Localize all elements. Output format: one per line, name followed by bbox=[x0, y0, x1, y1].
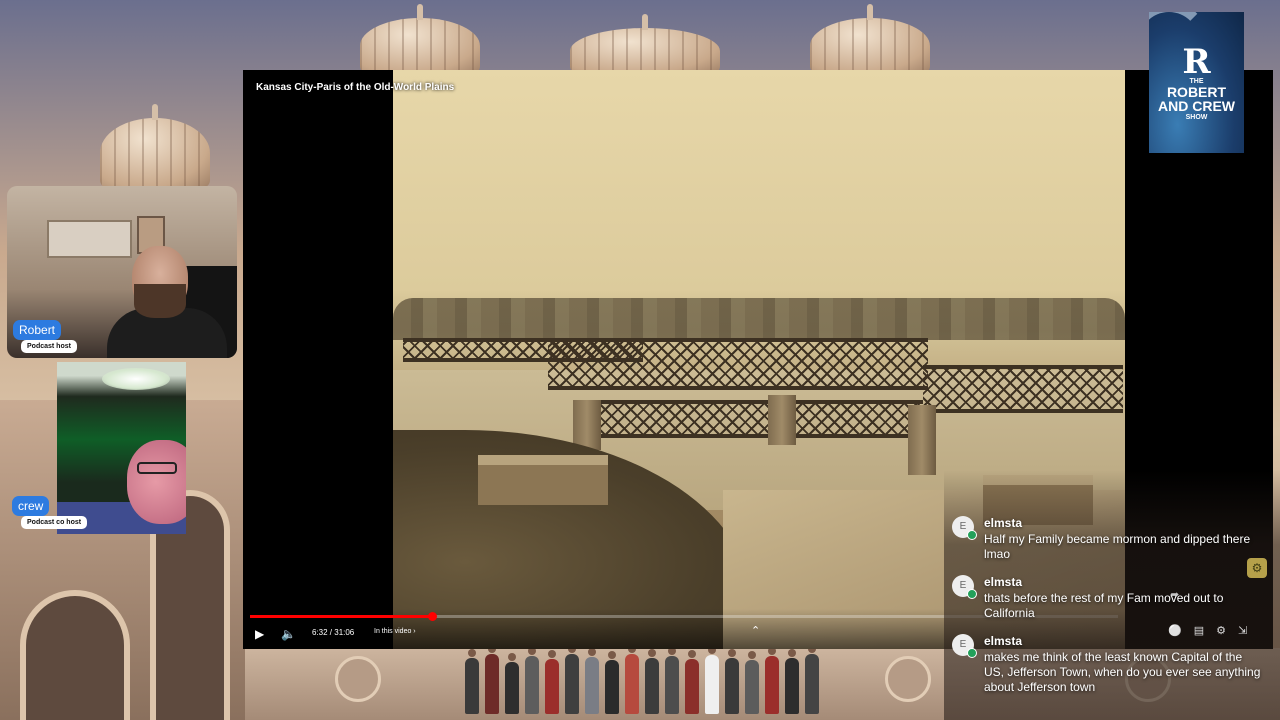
chat-username: elmsta bbox=[984, 575, 1023, 589]
dome bbox=[570, 14, 720, 74]
play-icon[interactable]: ▶ bbox=[255, 627, 264, 641]
logo-line2a: ROBERT bbox=[1166, 84, 1227, 100]
show-logo: R THE ROBERT AND CREW SHOW bbox=[1149, 12, 1244, 153]
chat-text: thats before the rest of my Fam moved ou… bbox=[984, 591, 1224, 620]
bridge-upper bbox=[548, 338, 928, 390]
chat-text: makes me think of the least known Capita… bbox=[984, 650, 1261, 694]
progress-knob[interactable] bbox=[428, 612, 438, 621]
chat-username: elmsta bbox=[984, 634, 1023, 648]
dome bbox=[360, 4, 480, 74]
host-role-tag: Podcast host bbox=[21, 340, 77, 353]
crowd-image bbox=[465, 645, 845, 714]
cohost-role-tag: Podcast co host bbox=[21, 516, 88, 529]
gear-icon[interactable]: ⚙ bbox=[1216, 624, 1226, 637]
host-name-tag: Robert bbox=[13, 320, 62, 340]
dome bbox=[100, 104, 210, 188]
in-this-video-label: In this video bbox=[374, 628, 412, 635]
logo-line2b: AND CREW bbox=[1158, 98, 1235, 114]
chevron-up-icon[interactable]: ⌃ bbox=[751, 624, 760, 637]
webcam-cohost bbox=[57, 362, 186, 534]
logo-letter: R bbox=[1182, 42, 1211, 82]
dome bbox=[810, 4, 930, 74]
minimize-icon[interactable]: ⇲ bbox=[1238, 624, 1247, 637]
avatar: E bbox=[952, 575, 977, 599]
cohost-name-tag: crew bbox=[12, 496, 50, 516]
player-right-controls: ⚪ ▤ ⚙ ⇲ bbox=[1168, 624, 1247, 637]
progress-fill bbox=[250, 615, 433, 618]
video-title: Kansas City-Paris of the Old-World Plain… bbox=[256, 82, 455, 93]
in-this-video-link[interactable]: In this video › bbox=[374, 628, 416, 635]
avatar: E bbox=[952, 634, 977, 658]
time-display: 6:32 / 31:06 bbox=[312, 628, 355, 637]
chat-username: elmsta bbox=[984, 516, 1023, 530]
autoplay-toggle-icon[interactable]: ⚪ bbox=[1168, 624, 1182, 637]
bridge-right bbox=[923, 365, 1123, 413]
logo-line2: ROBERT AND CREW bbox=[1149, 85, 1244, 113]
captions-icon[interactable]: ▤ bbox=[1194, 624, 1204, 637]
bridge-lower bbox=[593, 400, 923, 438]
logo-line3: SHOW bbox=[1185, 114, 1208, 121]
chat-text: Half my Family became mormon and dipped … bbox=[984, 532, 1251, 561]
avatar: E bbox=[952, 516, 977, 540]
volume-icon[interactable]: 🔈 bbox=[281, 627, 296, 641]
